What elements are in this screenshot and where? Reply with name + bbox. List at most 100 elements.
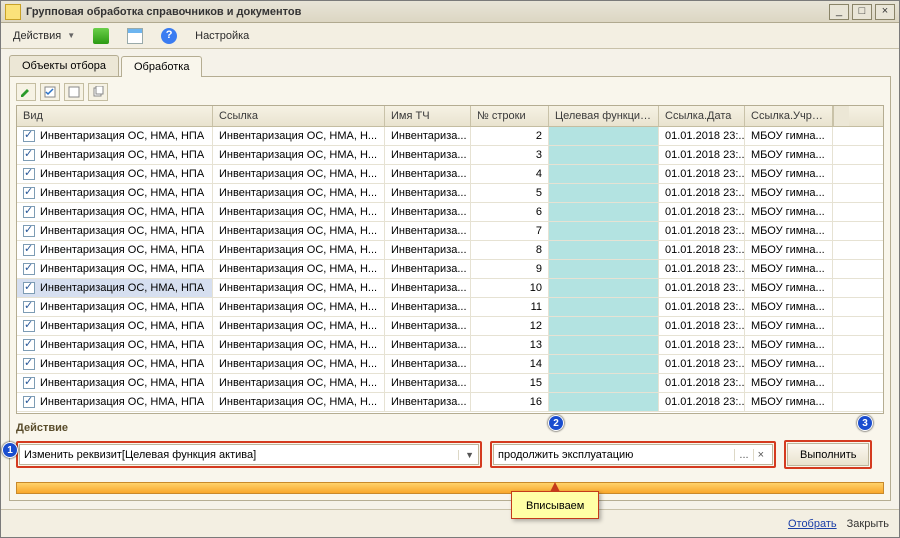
cell-org: МБОУ гимна... (745, 317, 833, 335)
row-checkbox[interactable] (23, 377, 35, 389)
col-celevaya[interactable]: Целевая функция ... (549, 106, 659, 126)
table-row[interactable]: Инвентаризация ОС, НМА, НПАИнвентаризаци… (17, 184, 883, 203)
table-row[interactable]: Инвентаризация ОС, НМА, НПАИнвентаризаци… (17, 165, 883, 184)
cell-link: Инвентаризация ОС, НМА, Н... (213, 165, 385, 183)
lookup-button[interactable]: ... (734, 449, 752, 461)
col-imya[interactable]: Имя ТЧ (385, 106, 471, 126)
table-row[interactable]: Инвентаризация ОС, НМА, НПАИнвентаризаци… (17, 222, 883, 241)
row-checkbox[interactable] (23, 130, 35, 142)
cell-n: 3 (471, 146, 549, 164)
cell-func (549, 317, 659, 335)
cell-vid: Инвентаризация ОС, НМА, НПА (17, 241, 213, 259)
tab-objects[interactable]: Объекты отбора (9, 55, 119, 76)
tool-refresh[interactable] (87, 25, 115, 47)
checkall-button[interactable] (40, 83, 60, 101)
cell-tch: Инвентариза... (385, 374, 471, 392)
cell-vid: Инвентаризация ОС, НМА, НПА (17, 260, 213, 278)
table-row[interactable]: Инвентаризация ОС, НМА, НПАИнвентаризаци… (17, 374, 883, 393)
table-row[interactable]: Инвентаризация ОС, НМА, НПАИнвентаризаци… (17, 336, 883, 355)
row-checkbox[interactable] (23, 225, 35, 237)
cell-link: Инвентаризация ОС, НМА, Н... (213, 260, 385, 278)
row-checkbox[interactable] (23, 301, 35, 313)
actions-menu[interactable]: Действия (7, 27, 81, 45)
table-row[interactable]: Инвентаризация ОС, НМА, НПАИнвентаризаци… (17, 317, 883, 336)
row-checkbox[interactable] (23, 358, 35, 370)
grid-toolbar (16, 83, 884, 105)
grid-body[interactable]: Инвентаризация ОС, НМА, НПАИнвентаризаци… (17, 127, 883, 413)
app-icon (5, 4, 21, 20)
execute-button[interactable]: Выполнить (787, 443, 869, 466)
row-checkbox[interactable] (23, 396, 35, 408)
row-checkbox[interactable] (23, 263, 35, 275)
col-uchr[interactable]: Ссылка.Учре... (745, 106, 833, 126)
action-value-input[interactable]: продолжить эксплуатацию ... × (493, 444, 773, 465)
col-ssylka[interactable]: Ссылка (213, 106, 385, 126)
row-checkbox[interactable] (23, 244, 35, 256)
table-row[interactable]: Инвентаризация ОС, НМА, НПАИнвентаризаци… (17, 298, 883, 317)
annotation-box: Вписываем (511, 491, 599, 519)
cell-vid: Инвентаризация ОС, НМА, НПА (17, 203, 213, 221)
col-data[interactable]: Ссылка.Дата (659, 106, 745, 126)
cell-vid: Инвентаризация ОС, НМА, НПА (17, 298, 213, 316)
cell-link: Инвентаризация ОС, НМА, Н... (213, 393, 385, 411)
row-checkbox[interactable] (23, 339, 35, 351)
edit-button[interactable] (16, 83, 36, 101)
cell-func (549, 298, 659, 316)
close-button[interactable]: × (875, 4, 895, 20)
row-checkbox[interactable] (23, 282, 35, 294)
cell-org: МБОУ гимна... (745, 298, 833, 316)
cell-org: МБОУ гимна... (745, 336, 833, 354)
cell-func (549, 184, 659, 202)
row-checkbox[interactable] (23, 187, 35, 199)
table-row[interactable]: Инвентаризация ОС, НМА, НПАИнвентаризаци… (17, 279, 883, 298)
cell-n: 7 (471, 222, 549, 240)
table-row[interactable]: Инвентаризация ОС, НМА, НПАИнвентаризаци… (17, 393, 883, 412)
cell-link: Инвентаризация ОС, НМА, Н... (213, 279, 385, 297)
cell-tch: Инвентариза... (385, 241, 471, 259)
help-icon: ? (161, 28, 177, 44)
cell-n: 2 (471, 127, 549, 145)
uncheckall-button[interactable] (64, 83, 84, 101)
row-checkbox[interactable] (23, 168, 35, 180)
select-link[interactable]: Отобрать (788, 518, 837, 530)
cell-n: 5 (471, 184, 549, 202)
cell-func (549, 279, 659, 297)
cell-tch: Инвентариза... (385, 184, 471, 202)
table-row[interactable]: Инвентаризация ОС, НМА, НПАИнвентаризаци… (17, 203, 883, 222)
refresh-icon (93, 28, 109, 44)
cell-func (549, 336, 659, 354)
row-checkbox[interactable] (23, 206, 35, 218)
row-checkbox[interactable] (23, 149, 35, 161)
cell-date: 01.01.2018 23:... (659, 374, 745, 392)
table-row[interactable]: Инвентаризация ОС, НМА, НПАИнвентаризаци… (17, 260, 883, 279)
maximize-button[interactable]: □ (852, 4, 872, 20)
cell-n: 8 (471, 241, 549, 259)
table-row[interactable]: Инвентаризация ОС, НМА, НПАИнвентаризаци… (17, 127, 883, 146)
cell-tch: Инвентариза... (385, 279, 471, 297)
titlebar[interactable]: Групповая обработка справочников и докум… (1, 1, 899, 23)
close-link[interactable]: Закрыть (847, 518, 889, 530)
col-vid[interactable]: Вид (17, 106, 213, 126)
action-select[interactable]: Изменить реквизит[Целевая функция актива… (19, 444, 479, 465)
cell-date: 01.01.2018 23:... (659, 393, 745, 411)
table-row[interactable]: Инвентаризация ОС, НМА, НПАИнвентаризаци… (17, 146, 883, 165)
minimize-button[interactable]: _ (829, 4, 849, 20)
cell-org: МБОУ гимна... (745, 279, 833, 297)
tab-processing[interactable]: Обработка (121, 56, 202, 77)
col-nstroki[interactable]: № строки (471, 106, 549, 126)
table-row[interactable]: Инвентаризация ОС, НМА, НПАИнвентаризаци… (17, 241, 883, 260)
cell-org: МБОУ гимна... (745, 165, 833, 183)
row-checkbox[interactable] (23, 320, 35, 332)
table-row[interactable]: Инвентаризация ОС, НМА, НПАИнвентаризаци… (17, 355, 883, 374)
tool-help[interactable]: ? (155, 25, 183, 47)
copy-button[interactable] (88, 83, 108, 101)
clear-button[interactable]: × (753, 449, 768, 461)
cell-date: 01.01.2018 23:... (659, 317, 745, 335)
tool-table[interactable] (121, 25, 149, 47)
cell-tch: Инвентариза... (385, 203, 471, 221)
callout-1: 1 (2, 442, 18, 458)
settings-button[interactable]: Настройка (189, 27, 255, 45)
cell-org: МБОУ гимна... (745, 222, 833, 240)
cell-link: Инвентаризация ОС, НМА, Н... (213, 203, 385, 221)
cell-link: Инвентаризация ОС, НМА, Н... (213, 184, 385, 202)
